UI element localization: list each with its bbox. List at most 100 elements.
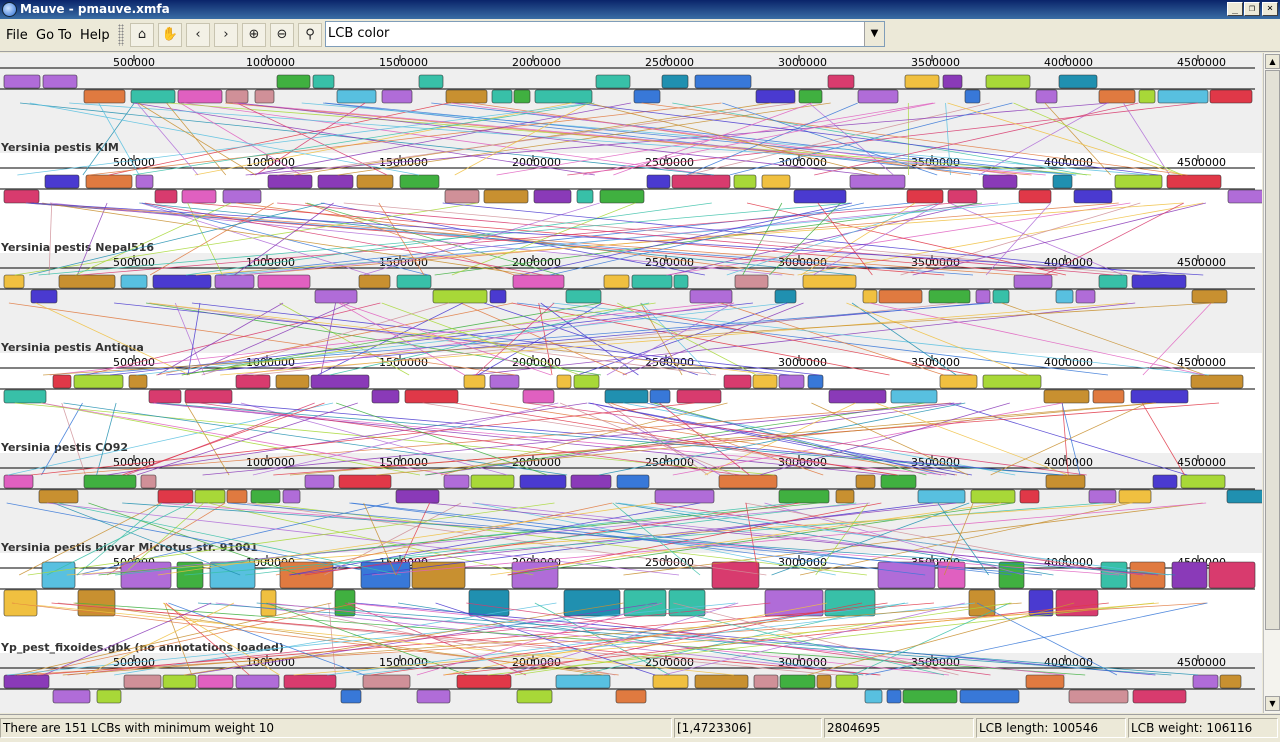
lcb-block: [1209, 89, 1253, 104]
lcb-block: [1045, 474, 1086, 489]
minimize-button[interactable]: _: [1227, 2, 1243, 16]
lcb-block: [718, 474, 778, 489]
maximize-button[interactable]: ❐: [1244, 2, 1260, 16]
lcb-block: [890, 389, 938, 404]
menu-help[interactable]: Help: [80, 28, 110, 43]
lcb-block: [904, 74, 940, 89]
lcb-block: [761, 174, 791, 189]
status-lcb-length: LCB length: 100546: [976, 718, 1126, 738]
vertical-scrollbar[interactable]: ▲ ▼: [1263, 53, 1280, 713]
lcb-block: [511, 561, 559, 589]
toolbar: File Go To Help ⌂ ✋ ‹ › ⊕ ⊖ ⚲ LCB color …: [0, 19, 1280, 52]
lcb-block: [513, 89, 531, 104]
lcb-block: [798, 89, 823, 104]
zoom-out-icon[interactable]: ⊖: [270, 23, 294, 47]
lcb-block: [723, 374, 752, 389]
lcb-block: [1152, 474, 1178, 489]
lcb-block: [371, 389, 400, 404]
alignment-view[interactable]: 500000 1000000 1500000 2000000 2500000 300000…: [0, 53, 1262, 713]
lcb-block: [1088, 489, 1117, 504]
lcb-block: [711, 561, 760, 589]
chevron-down-icon[interactable]: ▼: [864, 22, 884, 46]
lcb-block: [616, 474, 650, 489]
lcb-block: [52, 374, 72, 389]
lcb-block: [534, 89, 593, 104]
lcb-block: [96, 689, 122, 704]
lcb-block: [3, 274, 25, 289]
lcb-block: [1166, 174, 1222, 189]
lcb-block: [152, 274, 212, 289]
lcb-block: [886, 689, 902, 704]
lcb-block: [828, 389, 887, 404]
hand-icon[interactable]: ✋: [158, 23, 182, 47]
status-lcb-weight: LCB weight: 106116: [1128, 718, 1278, 738]
home-icon[interactable]: ⌂: [130, 23, 154, 47]
shift-left-icon[interactable]: ‹: [186, 23, 210, 47]
ruler-tick-label: 4500000: [1177, 356, 1226, 369]
ruler-tick-label: 4000000: [1044, 56, 1093, 69]
lcb-block: [83, 89, 126, 104]
menu-file[interactable]: File: [6, 28, 28, 43]
lcb-block: [276, 74, 311, 89]
lcb-block: [381, 89, 413, 104]
ruler-tick-label: 500000: [113, 56, 155, 69]
lcb-block: [1118, 489, 1152, 504]
toolbar-grip: [118, 24, 124, 46]
lcb-block: [267, 174, 313, 189]
lcb-block: [1227, 189, 1262, 204]
lcb-block: [358, 274, 391, 289]
lcb-block: [835, 674, 859, 689]
lcb-block: [489, 289, 507, 304]
close-button[interactable]: ×: [1262, 2, 1278, 16]
zoom-search-icon[interactable]: ⚲: [298, 23, 322, 47]
lcb-block: [1226, 489, 1262, 504]
lcb-block: [917, 489, 966, 504]
lcb-block: [522, 389, 555, 404]
ruler-tick-label: 3500000: [911, 56, 960, 69]
lcb-block: [128, 374, 148, 389]
lcb-block: [225, 89, 249, 104]
lcb-block: [959, 689, 1020, 704]
ruler-tick-label: 1500000: [379, 56, 428, 69]
lcb-block: [1068, 689, 1129, 704]
lcb-block: [779, 674, 816, 689]
ruler-tick-label: 4500000: [1177, 656, 1226, 669]
menu-goto[interactable]: Go To: [36, 28, 72, 43]
scroll-thumb[interactable]: [1265, 70, 1280, 630]
zoom-in-icon[interactable]: ⊕: [242, 23, 266, 47]
lcb-block: [30, 289, 58, 304]
lcb-block: [878, 289, 923, 304]
lcb-block: [880, 474, 917, 489]
lcb-block: [235, 674, 280, 689]
lcb-block: [456, 674, 512, 689]
lcb-block: [120, 274, 148, 289]
lcb-block: [573, 374, 600, 389]
lcb-block: [849, 174, 906, 189]
lcb-block: [463, 374, 486, 389]
lcb-block: [445, 89, 488, 104]
lcb-block: [275, 374, 310, 389]
scroll-up-icon[interactable]: ▲: [1265, 54, 1280, 69]
lcb-block: [184, 389, 233, 404]
lcb-block: [162, 674, 197, 689]
status-message: There are 151 LCBs with minimum weight 1…: [0, 718, 672, 738]
alignment-canvas[interactable]: 500000 1000000 1500000 2000000 2500000 300000…: [0, 53, 1262, 713]
lcb-block: [3, 674, 50, 689]
ruler-tick-label: 2000000: [512, 56, 561, 69]
lcb-block: [254, 89, 275, 104]
lcb-block: [1098, 89, 1136, 104]
lcb-block: [1219, 674, 1242, 689]
lcb-block: [85, 174, 133, 189]
shift-right-icon[interactable]: ›: [214, 23, 238, 47]
color-scheme-select[interactable]: LCB color ▼: [325, 21, 885, 47]
lcb-block: [519, 474, 567, 489]
lcb-block: [470, 474, 515, 489]
scroll-down-icon[interactable]: ▼: [1265, 696, 1280, 711]
lcb-block: [177, 89, 223, 104]
window-title: Mauve - pmauve.xmfa: [20, 2, 170, 16]
lcb-block: [975, 289, 991, 304]
lcb-block: [676, 389, 722, 404]
lcb-block: [694, 674, 749, 689]
lcb-block: [835, 489, 855, 504]
lcb-block: [356, 174, 394, 189]
